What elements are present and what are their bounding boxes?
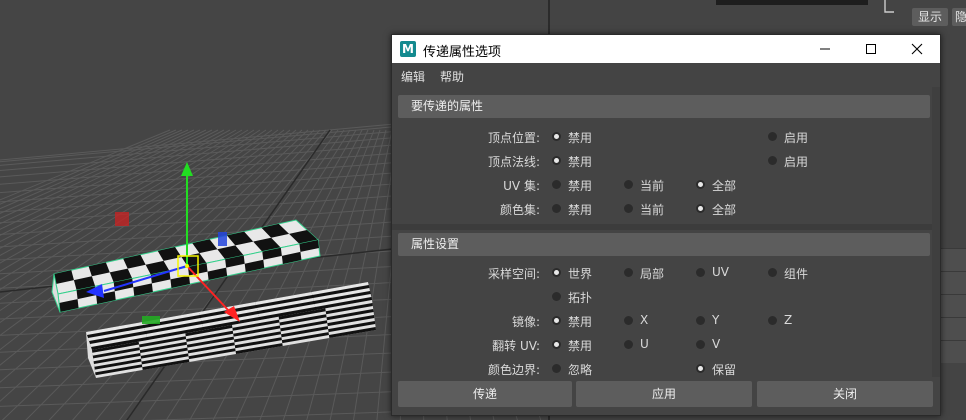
radio-unchecked-icon [624, 204, 633, 213]
panel-row [938, 317, 966, 340]
menu-edit[interactable]: 编辑 [401, 68, 425, 85]
option-label: 采样空间: [487, 267, 540, 281]
radio-unchecked-icon [768, 132, 777, 141]
option-label: 翻转 UV: [492, 339, 540, 353]
radio-unchecked-icon [552, 180, 561, 189]
option-label: 颜色集: [499, 203, 540, 217]
radio-label: 禁用 [568, 155, 593, 169]
section-title: 属性设置 [411, 237, 460, 251]
radio-label: 局部 [640, 267, 665, 281]
scrollbar[interactable] [932, 87, 940, 377]
section-header[interactable]: 属性设置 [398, 233, 930, 256]
section-separator [392, 224, 940, 230]
radio-label: 禁用 [568, 131, 593, 145]
maximize-icon [866, 44, 876, 54]
radio-label: Z [784, 313, 793, 327]
option-label: 顶点位置: [487, 131, 540, 145]
radio-label: X [640, 313, 649, 327]
radio-label: 忽略 [568, 363, 593, 377]
radio-label: 全部 [712, 179, 737, 193]
radio-label: UV [712, 265, 729, 279]
radio-unchecked-icon [768, 268, 777, 277]
radio-label: 保留 [712, 363, 737, 377]
option-label: 颜色边界: [487, 363, 540, 377]
radio-unchecked-icon [696, 316, 705, 325]
radio-label: 禁用 [568, 339, 593, 353]
radio-label: 拓扑 [568, 291, 593, 305]
menu-help[interactable]: 帮助 [440, 68, 464, 85]
page-icon[interactable] [882, 0, 896, 14]
maya-logo-icon: M [400, 41, 416, 57]
radio-unchecked-icon [768, 156, 777, 165]
transfer-attributes-dialog: M 传递属性选项 编辑 帮助 要传递的属性 顶点位置: 禁用 启用 顶点法线: 禁用 启用 U… [391, 34, 941, 416]
maximize-button[interactable] [848, 35, 894, 63]
radio-unchecked-icon [696, 340, 705, 349]
radio-checked-icon [552, 340, 561, 349]
radio-unchecked-icon [624, 180, 633, 189]
options-content[interactable]: 要传递的属性 顶点位置: 禁用 启用 顶点法线: 禁用 启用 UV 集: 禁用 当前 全部 颜色集: 禁… [392, 87, 940, 377]
title-bar[interactable]: M 传递属性选项 [392, 35, 940, 63]
radio-unchecked-icon [624, 340, 633, 349]
radio-unchecked-icon [624, 268, 633, 277]
section-title: 要传递的属性 [411, 99, 484, 113]
transfer-button[interactable]: 传递 [398, 381, 572, 407]
close-dialog-button[interactable]: 关闭 [757, 381, 933, 407]
radio-label: 组件 [784, 267, 809, 281]
radio-unchecked-icon [624, 316, 633, 325]
option-label: 顶点法线: [487, 155, 540, 169]
radio-label: 启用 [784, 131, 809, 145]
panel-row [938, 271, 966, 294]
display-button[interactable]: 显示 [912, 8, 948, 26]
radio-checked-icon [696, 180, 705, 189]
option-label: UV 集: [503, 179, 540, 193]
close-icon [911, 43, 923, 55]
menu-bar: 编辑 帮助 [392, 63, 940, 87]
panel-row [938, 340, 966, 363]
radio-label: 全部 [712, 203, 737, 217]
dialog-title: 传递属性选项 [423, 45, 502, 60]
radio-unchecked-icon [552, 364, 561, 373]
panel-row [938, 294, 966, 317]
radio-unchecked-icon [696, 268, 705, 277]
apply-button[interactable]: 应用 [576, 381, 752, 407]
minimize-icon [820, 48, 830, 50]
radio-label: 禁用 [568, 315, 593, 329]
dialog-footer: 传递 应用 关闭 [392, 377, 940, 415]
radio-label: 启用 [784, 155, 809, 169]
close-button[interactable] [894, 35, 940, 63]
radio-unchecked-icon [552, 204, 561, 213]
radio-label: 当前 [640, 203, 665, 217]
radio-label: Y [712, 313, 720, 327]
radio-label: 世界 [568, 267, 593, 281]
hide-button[interactable]: 隐藏 [952, 8, 966, 26]
radio-label: 禁用 [568, 203, 593, 217]
radio-label: 当前 [640, 179, 665, 193]
radio-label: 禁用 [568, 179, 593, 193]
radio-checked-icon [552, 316, 561, 325]
panel-field[interactable] [716, 0, 868, 5]
radio-unchecked-icon [768, 316, 777, 325]
radio-label: U [640, 337, 649, 351]
radio-checked-icon [696, 364, 705, 373]
radio-checked-icon [552, 268, 561, 277]
section-header[interactable]: 要传递的属性 [398, 95, 930, 118]
radio-checked-icon [552, 156, 561, 165]
radio-checked-icon [696, 204, 705, 213]
radio-label: V [712, 337, 721, 351]
option-label: 镜像: [511, 315, 540, 329]
panel-row [938, 248, 966, 271]
radio-unchecked-icon [552, 292, 561, 301]
radio-checked-icon [552, 132, 561, 141]
minimize-button[interactable] [802, 35, 848, 63]
